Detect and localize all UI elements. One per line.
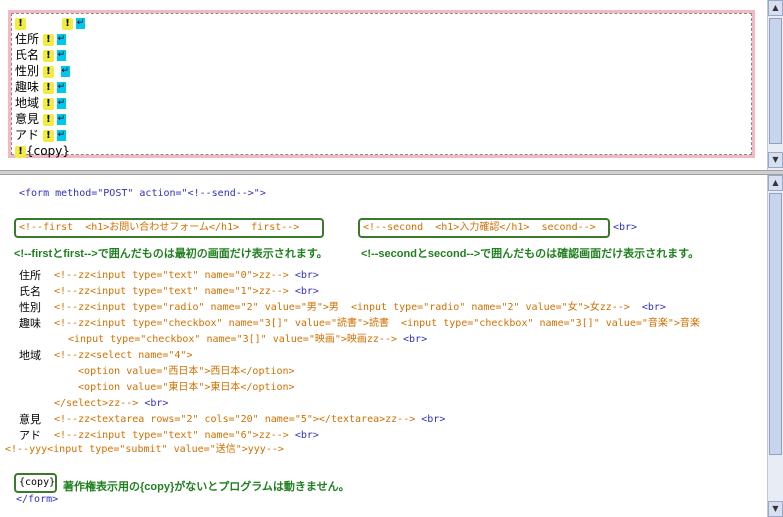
scroll-down-icon[interactable]: ▼ bbox=[768, 501, 783, 517]
return-icon: ↵ bbox=[76, 18, 85, 29]
marker-icon: ! bbox=[42, 97, 54, 110]
scroll-thumb[interactable] bbox=[769, 18, 782, 144]
return-icon: ↵ bbox=[56, 130, 66, 141]
br-tag: <br> bbox=[294, 270, 319, 281]
row-code-text: <!--zz<input type="radio" name="2" value… bbox=[54, 302, 642, 313]
first-note: <!--firstとfirst-->で囲んだものは最初の画面だけ表示されます。 bbox=[14, 248, 328, 260]
marker-icon: ! bbox=[15, 145, 26, 158]
marker-icon: ! bbox=[42, 33, 54, 46]
top-line-7: 意見 ! ↵ bbox=[15, 111, 66, 127]
row-code-text: <input type="checkbox" name="3[]" value=… bbox=[68, 334, 404, 345]
row-code-text: <!--zz<input type="checkbox" name="3[]" … bbox=[54, 318, 700, 329]
top-editor-area[interactable]: !! ↵ 住所 ! ↵ 氏名 ! ↵ 性別 ! ↵ 趣味 ! ↵ 地域 ! ↵ 意見 ! ↵… bbox=[11, 13, 752, 158]
row-code: <!--zz<textarea rows="2" cols="20" name=… bbox=[54, 413, 445, 427]
field-label: 意見 bbox=[15, 112, 40, 126]
return-icon: ↵ bbox=[56, 114, 66, 125]
form-open-tag: <form method="POST" action="<!--send-->"… bbox=[19, 188, 266, 199]
selection-frame: !! ↵ 住所 ! ↵ 氏名 ! ↵ 性別 ! ↵ 趣味 ! ↵ 地域 ! ↵ 意見 ! ↵… bbox=[8, 10, 755, 158]
scroll-thumb[interactable] bbox=[769, 193, 782, 455]
return-icon: ↵ bbox=[56, 98, 66, 109]
return-icon: ↵ bbox=[56, 34, 66, 45]
row-code-text: <!--zz<select name="4"> bbox=[54, 350, 193, 361]
scroll-down-icon[interactable]: ▼ bbox=[768, 152, 783, 168]
row-code: <input type="checkbox" name="3[]" value=… bbox=[68, 333, 427, 347]
second-br-tag: <br> bbox=[613, 222, 638, 233]
field-label: アド bbox=[15, 128, 40, 142]
row-label: 趣味 bbox=[19, 317, 41, 330]
row-code: </select>zz--> <br> bbox=[54, 397, 168, 411]
row-code: <option value="東日本">東日本</option> bbox=[66, 381, 295, 395]
row-code: <option value="西日本">西日本</option> bbox=[66, 365, 295, 379]
top-line-8: アド ! ↵ bbox=[15, 127, 66, 143]
row-code-text: </select>zz--> bbox=[54, 398, 145, 409]
copy-tag: {copy} bbox=[19, 477, 56, 488]
top-editor-pane: !! ↵ 住所 ! ↵ 氏名 ! ↵ 性別 ! ↵ 趣味 ! ↵ 地域 ! ↵ 意見 ! ↵… bbox=[0, 0, 783, 170]
marker-icon: ! bbox=[15, 17, 26, 30]
br-tag: <br> bbox=[144, 398, 169, 409]
row-code: <!--zz<select name="4"> bbox=[54, 349, 192, 363]
row-code: <!--zz<input type="radio" name="2" value… bbox=[54, 301, 666, 315]
marker-icon: ! bbox=[42, 129, 54, 142]
field-label: 性別 bbox=[15, 64, 40, 78]
scroll-up-icon[interactable]: ▲ bbox=[768, 175, 783, 191]
row-label: 住所 bbox=[19, 269, 41, 282]
return-icon: ↵ bbox=[56, 82, 66, 93]
second-note: <!--secondとsecond-->で囲んだものは確認画面だけ表示されます。 bbox=[361, 248, 700, 260]
bottom-scrollbar[interactable]: ▲ ▼ bbox=[767, 175, 783, 517]
copy-tag: {copy} bbox=[26, 144, 70, 158]
row-code-text: <option value="西日本">西日本</option> bbox=[66, 366, 295, 377]
second-block-code: <!--second <h1>入力確認</h1> second--> bbox=[363, 222, 596, 233]
first-block-code: <!--first <h1>お問い合わせフォーム</h1> first--> bbox=[19, 222, 300, 233]
top-line-1: !! ↵ bbox=[15, 15, 85, 31]
top-line-5: 趣味 ! ↵ bbox=[15, 79, 66, 95]
row-code: <!--zz<input type="checkbox" name="3[]" … bbox=[54, 317, 700, 331]
copy-note: 著作権表示用の{copy}がないとプログラムは動きません。 bbox=[63, 481, 350, 493]
br-tag: <br> bbox=[294, 430, 319, 441]
top-line-2: 住所 ! ↵ bbox=[15, 31, 66, 47]
return-icon: ↵ bbox=[56, 50, 66, 61]
row-code: <!--zz<input type="text" name="1">zz--> … bbox=[54, 285, 319, 299]
row-code: <!--zz<input type="text" name="0">zz--> … bbox=[54, 269, 319, 283]
br-tag: <br> bbox=[641, 302, 666, 313]
row-code-text: <!--zz<input type="text" name="6">zz--> bbox=[54, 430, 295, 441]
top-line-6: 地域 ! ↵ bbox=[15, 95, 66, 111]
row-label: 氏名 bbox=[19, 285, 41, 298]
top-line-4: 性別 ! ↵ bbox=[15, 63, 70, 79]
marker-icon: ! bbox=[42, 49, 54, 62]
row-label: 意見 bbox=[19, 413, 41, 426]
row-label: 性別 bbox=[19, 301, 41, 314]
row-code-text: <!--zz<input type="text" name="0">zz--> bbox=[54, 270, 295, 281]
field-label: 住所 bbox=[15, 32, 40, 46]
br-tag: <br> bbox=[421, 414, 446, 425]
return-icon: ↵ bbox=[60, 66, 70, 77]
row-code: <!--zz<input type="text" name="6">zz--> … bbox=[54, 429, 319, 443]
top-line-9: ! {copy} bbox=[15, 143, 70, 159]
form-close-tag: </form> bbox=[16, 494, 59, 505]
br-tag: <br> bbox=[403, 334, 428, 345]
top-scrollbar[interactable]: ▲ ▼ bbox=[767, 0, 783, 170]
row-code-text: <option value="東日本">東日本</option> bbox=[66, 382, 295, 393]
marker-icon: ! bbox=[62, 17, 73, 30]
top-line-3: 氏名 ! ↵ bbox=[15, 47, 66, 63]
row-code-text: <!--zz<textarea rows="2" cols="20" name=… bbox=[54, 414, 422, 425]
marker-icon: ! bbox=[42, 81, 54, 94]
row-code-text: <!--zz<input type="text" name="1">zz--> bbox=[54, 286, 295, 297]
marker-icon: ! bbox=[42, 65, 54, 78]
scroll-up-icon[interactable]: ▲ bbox=[768, 0, 783, 16]
submit-line: <!--yyy<input type="submit" value="送信">y… bbox=[5, 444, 284, 455]
row-label: アド bbox=[19, 429, 41, 442]
row-label: 地域 bbox=[19, 349, 41, 362]
bottom-editor-pane[interactable]: <form method="POST" action="<!--send-->"… bbox=[0, 175, 783, 517]
field-label: 趣味 bbox=[15, 80, 40, 94]
field-label: 地域 bbox=[15, 96, 40, 110]
marker-icon: ! bbox=[42, 113, 54, 126]
field-label: 氏名 bbox=[15, 48, 40, 62]
br-tag: <br> bbox=[294, 286, 319, 297]
